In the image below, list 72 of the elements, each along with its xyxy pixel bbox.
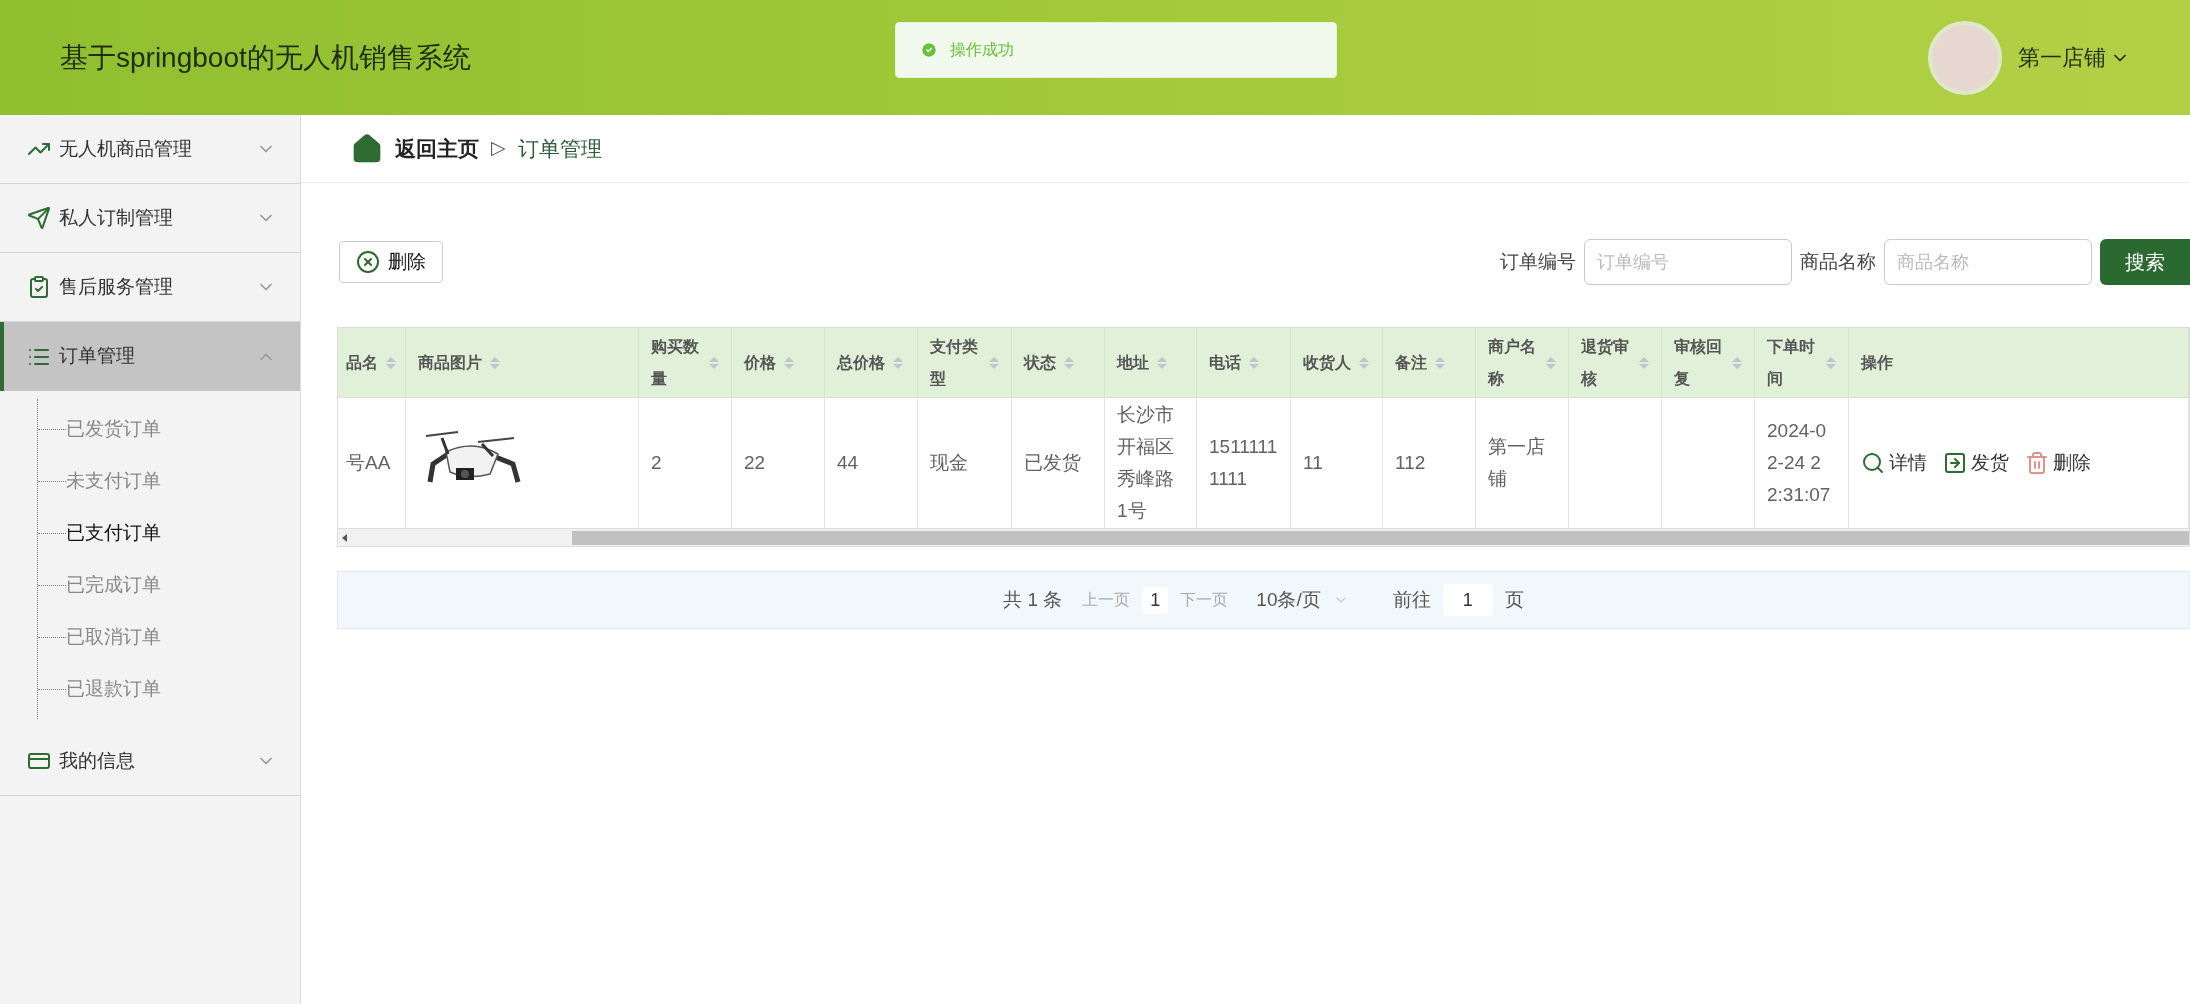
sort-icon[interactable] xyxy=(893,356,903,369)
column-header[interactable]: 总价格 xyxy=(825,328,918,398)
row-action-link[interactable]: 发货 xyxy=(1943,448,2009,478)
total-count: 共 1 条 xyxy=(1003,587,1063,612)
search-field[interactable]: 商品名称 xyxy=(1884,239,2092,285)
sort-icon[interactable] xyxy=(490,356,500,369)
field-label: 商品名称 xyxy=(1800,249,1876,274)
goto-label: 前往 xyxy=(1392,587,1431,612)
column-header[interactable]: 操作 xyxy=(1849,328,2189,398)
column-header[interactable]: 购买数量 xyxy=(639,328,732,398)
submenu-item[interactable]: 已支付订单 xyxy=(66,518,161,548)
submenu-item[interactable]: 已取消订单 xyxy=(66,622,161,652)
row-action-link[interactable]: 详情 xyxy=(1861,448,1927,478)
success-icon xyxy=(920,41,938,59)
sort-icon[interactable] xyxy=(386,356,396,369)
menu-icon xyxy=(27,275,51,299)
search-button[interactable]: 搜索 xyxy=(2100,239,2190,285)
search-field[interactable]: 订单编号 xyxy=(1584,239,1792,285)
sort-icon[interactable] xyxy=(1639,356,1649,369)
home-link[interactable]: 返回主页 xyxy=(395,132,479,165)
column-header[interactable]: 备注 xyxy=(1383,328,1476,398)
arrow-box-icon xyxy=(1943,451,1967,475)
sort-icon[interactable] xyxy=(1157,356,1167,369)
column-header[interactable]: 收货人 xyxy=(1291,328,1383,398)
column-header[interactable]: 价格 xyxy=(732,328,825,398)
row-action-link[interactable]: 删除 xyxy=(2025,448,2091,478)
menu-icon xyxy=(27,206,51,230)
app-title: 基于springboot的无人机销售系统 xyxy=(60,40,471,75)
submenu-item[interactable]: 已完成订单 xyxy=(66,570,161,600)
trash-icon xyxy=(2025,451,2049,475)
sort-icon[interactable] xyxy=(784,356,794,369)
submenu-item[interactable]: 已退款订单 xyxy=(66,674,161,704)
submenu-item[interactable]: 未支付订单 xyxy=(66,466,161,496)
delete-button[interactable]: 删除 xyxy=(339,241,443,283)
close-circle-icon xyxy=(356,250,380,274)
sidebar-menu-item[interactable]: 我的信息 xyxy=(0,727,300,796)
scrollbar-thumb[interactable] xyxy=(572,530,2189,545)
sort-icon[interactable] xyxy=(1732,356,1742,369)
column-header[interactable]: 商品图片 xyxy=(406,328,639,398)
sidebar-menu-item[interactable]: 私人订制管理 xyxy=(0,184,300,253)
user-menu[interactable]: 第一店铺 xyxy=(2018,41,2130,74)
home-icon[interactable] xyxy=(351,132,383,165)
sort-icon[interactable] xyxy=(709,356,719,369)
column-header[interactable]: 电话 xyxy=(1197,328,1291,398)
page-number[interactable]: 1 xyxy=(1142,586,1169,614)
sort-icon[interactable] xyxy=(1359,356,1369,369)
sort-icon[interactable] xyxy=(1064,356,1074,369)
page-size-select[interactable]: 10条/页 xyxy=(1256,585,1349,615)
sort-icon[interactable] xyxy=(1826,356,1836,369)
column-header[interactable]: 审核回复 xyxy=(1662,328,1755,398)
breadcrumb-separator: ▷ xyxy=(491,136,506,161)
sort-icon[interactable] xyxy=(1249,356,1259,369)
sort-icon[interactable] xyxy=(1546,356,1556,369)
field-label: 订单编号 xyxy=(1500,249,1576,274)
column-header[interactable]: 状态 xyxy=(1012,328,1105,398)
search-icon xyxy=(1861,451,1885,475)
horizontal-scrollbar[interactable] xyxy=(338,528,2189,546)
sort-icon[interactable] xyxy=(989,356,999,369)
breadcrumb-current: 订单管理 xyxy=(518,135,602,162)
sidebar-menu-item[interactable]: 订单管理 xyxy=(0,322,300,391)
column-header[interactable]: 退货审核 xyxy=(1569,328,1662,398)
goto-page-field[interactable]: 1 xyxy=(1442,584,1493,616)
column-header[interactable]: 品名 xyxy=(338,328,406,398)
column-header[interactable]: 下单时间 xyxy=(1755,328,1849,398)
sidebar-menu-item[interactable]: 无人机商品管理 xyxy=(0,115,300,184)
goto-suffix: 页 xyxy=(1504,587,1524,612)
column-header[interactable]: 支付类型 xyxy=(918,328,1012,398)
column-header[interactable]: 地址 xyxy=(1105,328,1197,398)
sort-icon[interactable] xyxy=(1435,356,1445,369)
toast-message: 操作成功 xyxy=(950,40,1014,60)
submenu-item[interactable]: 已发货订单 xyxy=(66,414,161,444)
column-header[interactable]: 商户名称 xyxy=(1476,328,1569,398)
